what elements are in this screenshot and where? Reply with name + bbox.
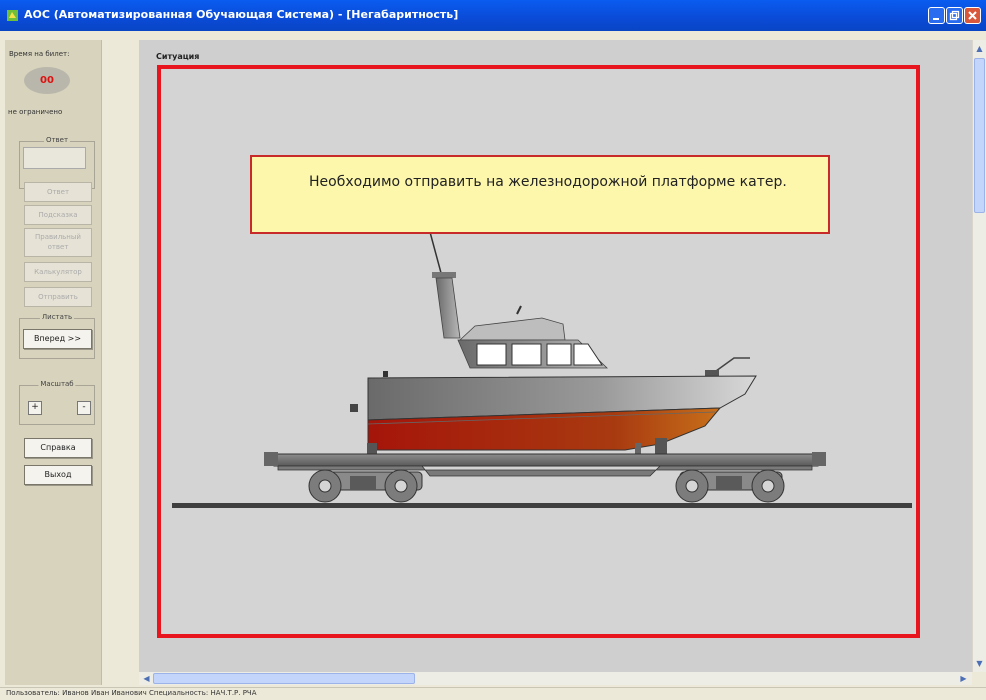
zoom-in-button[interactable]: + [28, 401, 42, 415]
hint-button[interactable]: Подсказка [24, 205, 92, 225]
answer-input[interactable] [23, 147, 86, 169]
time-limit-text: не ограничено [8, 108, 63, 116]
help-button[interactable]: Справка [24, 438, 92, 458]
restore-button[interactable] [946, 7, 963, 24]
exit-button[interactable]: Выход [24, 465, 92, 485]
status-text: Пользователь: Иванов Иван Иванович Специ… [6, 689, 257, 697]
timer-display: 00 [24, 67, 70, 94]
close-icon [968, 11, 977, 20]
scroll-right-icon[interactable]: ▶ [957, 672, 970, 685]
answer-button[interactable]: Ответ [24, 182, 92, 202]
vertical-scroll-thumb[interactable] [974, 58, 985, 213]
answer-group-title: Ответ [43, 136, 71, 144]
close-button[interactable] [964, 7, 981, 24]
section-label: Ситуация [156, 52, 200, 61]
page-group-title: Листать [39, 313, 75, 321]
correct-answer-button[interactable]: Правильный ответ [24, 228, 92, 257]
situation-text: Необходимо отправить на железнодорожной … [309, 174, 787, 190]
scroll-left-icon[interactable]: ◀ [140, 672, 153, 685]
forward-button[interactable]: Вперед >> [23, 329, 92, 349]
status-bar: Пользователь: Иванов Иван Иванович Специ… [0, 687, 986, 700]
minimize-button[interactable] [928, 7, 945, 24]
horizontal-scrollbar[interactable]: ◀ ▶ [139, 672, 972, 685]
control-panel: Время на билет: 00 не ограничено Ответ [5, 40, 102, 685]
app-icon [7, 10, 18, 21]
restore-icon [949, 10, 960, 21]
scale-group-title: Масштаб [38, 380, 76, 388]
boat-on-platform-illustration [172, 231, 912, 508]
horizontal-scroll-thumb[interactable] [153, 673, 415, 684]
send-button[interactable]: Отправить [24, 287, 92, 307]
scroll-down-icon[interactable]: ▼ [973, 657, 986, 670]
title-bar: AOC (Автоматизированная Обучающая Систем… [0, 0, 986, 31]
zoom-out-button[interactable]: - [77, 401, 91, 415]
minimize-icon [933, 18, 939, 20]
situation-callout [250, 155, 830, 234]
scroll-up-icon[interactable]: ▲ [973, 42, 986, 55]
calculator-button[interactable]: Калькулятор [24, 262, 92, 282]
window-title: AOC (Автоматизированная Обучающая Систем… [24, 8, 459, 21]
vertical-scrollbar[interactable]: ▲ ▼ [972, 40, 986, 672]
time-label: Время на билет: [9, 50, 70, 58]
